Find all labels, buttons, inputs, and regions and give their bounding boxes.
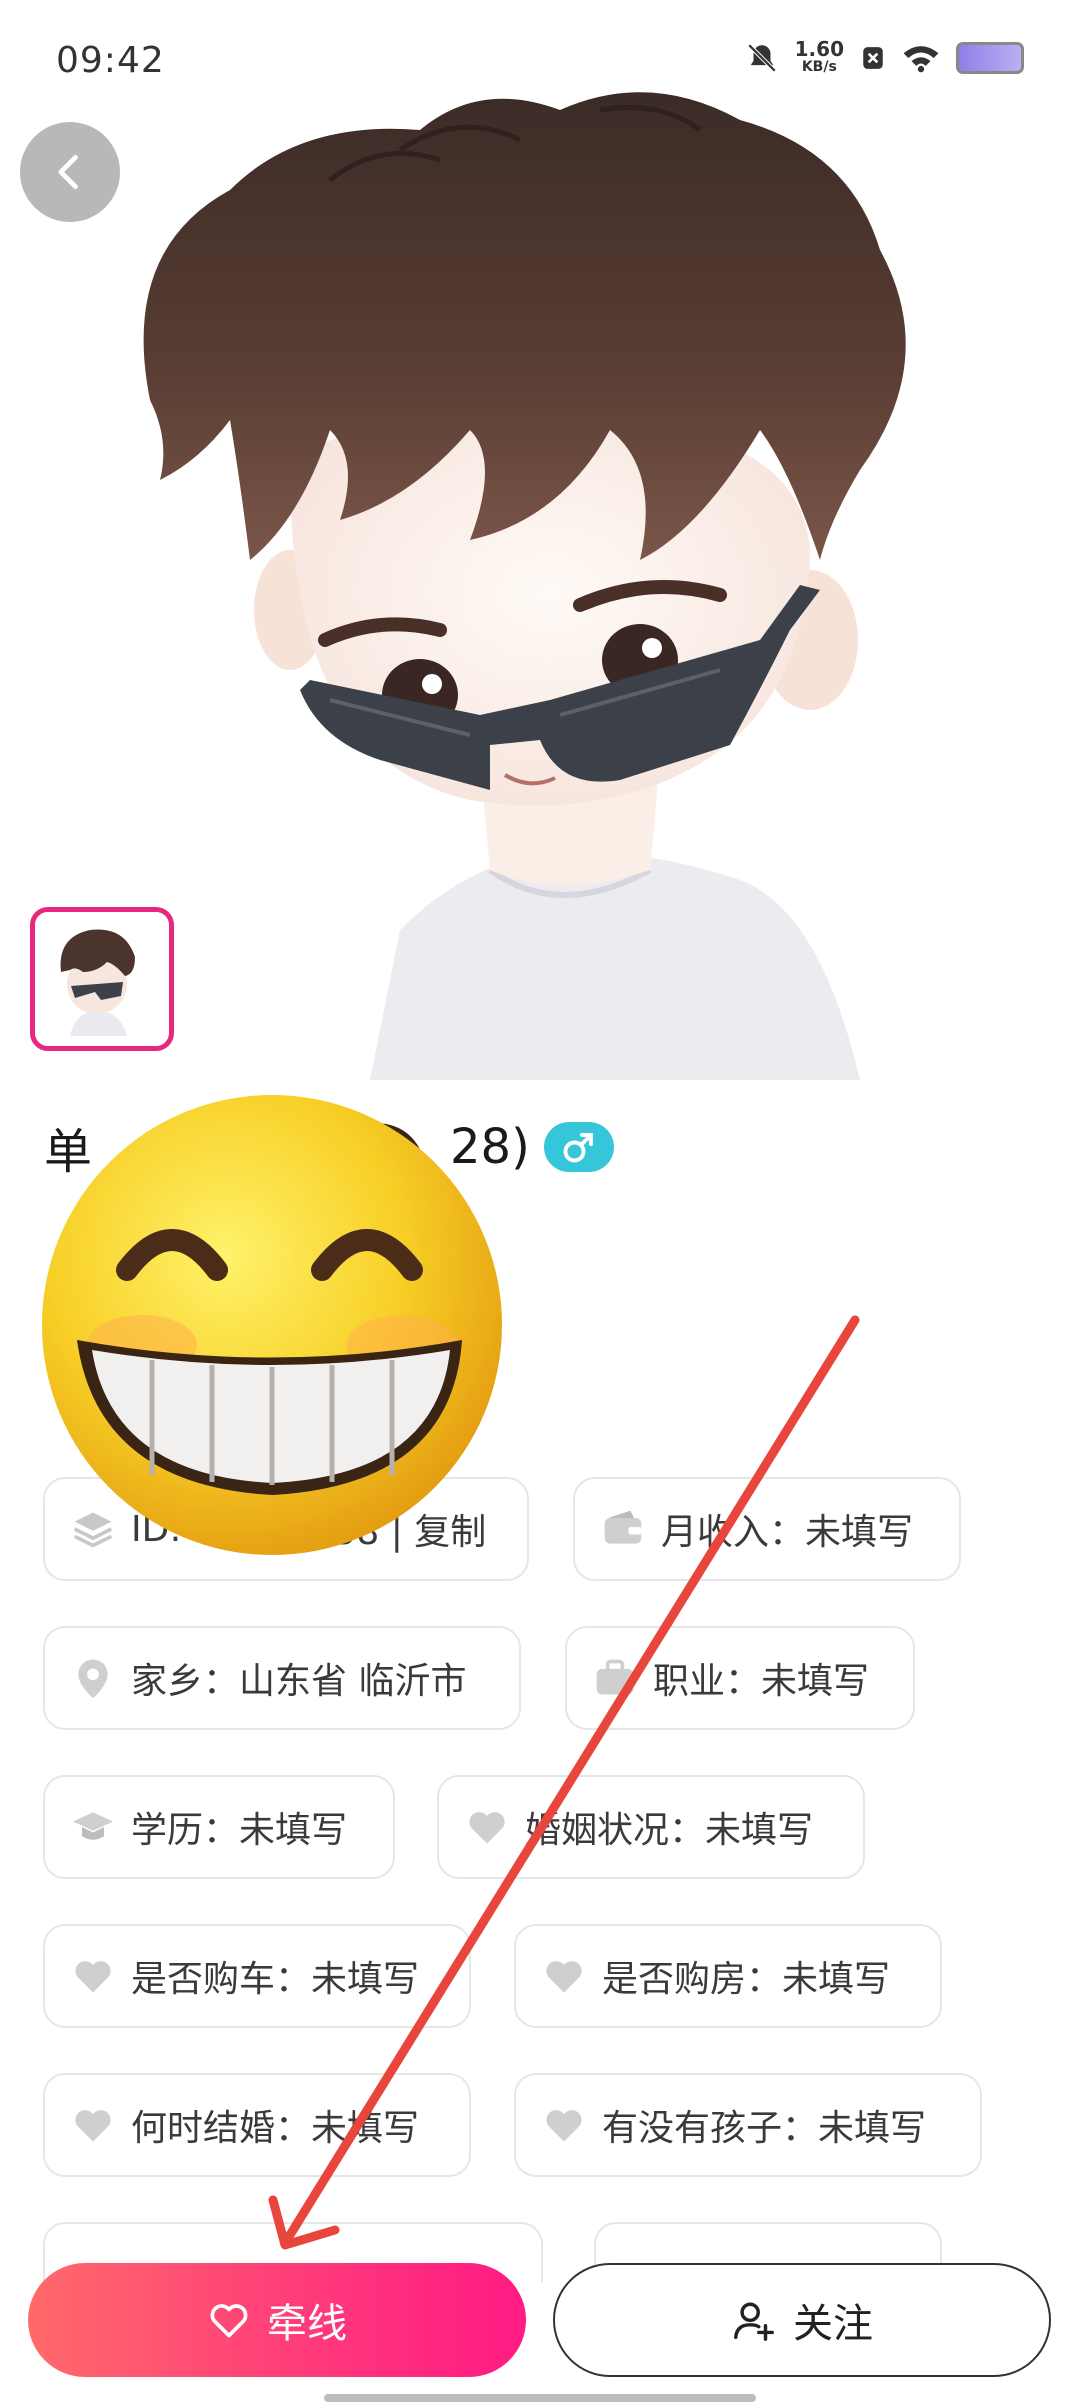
heart-icon (546, 2110, 582, 2142)
chip-house[interactable]: 是否购房：未填写 (514, 1924, 942, 2028)
heart-icon (469, 1812, 505, 1844)
chip-income-label: 月收入：未填写 (661, 1512, 914, 1553)
chip-hometown-label: 家乡：山东省 临沂市 (131, 1661, 467, 1702)
location-pin-icon (78, 1659, 108, 1699)
chip-car-label: 是否购车：未填写 (131, 1959, 420, 2000)
chip-marital-label: 婚姻状况：未填写 (525, 1810, 814, 1851)
sim-disabled-icon (863, 47, 883, 69)
home-indicator[interactable] (324, 2394, 756, 2402)
back-button[interactable] (20, 122, 120, 222)
briefcase-icon (596, 1659, 634, 1695)
chip-children[interactable]: 有没有孩子：未填写 (514, 2073, 982, 2177)
photo-thumbnail[interactable] (30, 907, 174, 1051)
status-bar: 09:42 1.60 KB/s (0, 0, 1080, 125)
wifi-icon (903, 46, 939, 73)
chip-wedding-label: 何时结婚：未填写 (131, 2108, 420, 2149)
follow-button[interactable]: 关注 (553, 2263, 1051, 2377)
status-time: 09:42 (56, 40, 165, 81)
graduation-cap-icon (72, 1812, 114, 1840)
heart-icon (75, 1961, 111, 1993)
male-symbol-icon (563, 1133, 593, 1163)
mute-bell-icon (747, 43, 776, 73)
chip-education[interactable]: 学历：未填写 (43, 1775, 395, 1879)
qianxian-button[interactable]: 牵线 (28, 2263, 526, 2377)
qianxian-label: 牵线 (267, 2301, 347, 2347)
network-speed-unit: KB/s (801, 59, 837, 75)
thumbnail-avatar (35, 912, 159, 1036)
chip-hometown[interactable]: 家乡：山东省 临沂市 (43, 1626, 521, 1730)
network-speed-value: 1.60 (794, 37, 844, 61)
add-user-icon (734, 2302, 774, 2341)
chip-income[interactable]: 月收入：未填写 (573, 1477, 961, 1581)
status-icons: 1.60 KB/s (745, 37, 1024, 76)
chip-car[interactable]: 是否购车：未填写 (43, 1924, 471, 2028)
chip-job[interactable]: 职业：未填写 (565, 1626, 915, 1730)
chip-education-label: 学历：未填写 (131, 1810, 348, 1851)
chevron-left-icon (58, 154, 78, 190)
heart-icon (546, 1961, 582, 1993)
heart-outline-icon (210, 2304, 248, 2338)
grin-emoji-sticker (42, 1095, 502, 1555)
chip-children-label: 有没有孩子：未填写 (602, 2108, 927, 2149)
follow-label: 关注 (793, 2301, 873, 2347)
chip-marital[interactable]: 婚姻状况：未填写 (437, 1775, 865, 1879)
chip-job-label: 职业：未填写 (653, 1661, 870, 1702)
network-speed: 1.60 KB/s (794, 37, 844, 76)
chip-wedding[interactable]: 何时结婚：未填写 (43, 2073, 471, 2177)
wallet-icon (604, 1510, 642, 1544)
chip-house-label: 是否购房：未填写 (602, 1959, 891, 2000)
battery-icon (956, 42, 1024, 74)
gender-badge (543, 1122, 614, 1172)
heart-icon (75, 2110, 111, 2142)
